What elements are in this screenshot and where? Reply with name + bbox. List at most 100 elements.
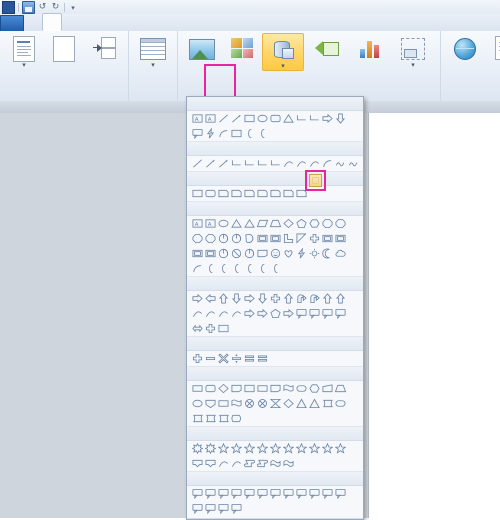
customize-qat-icon[interactable]: ▾ [68, 2, 78, 13]
chevron-down-icon[interactable]: ▾ [22, 62, 26, 69]
shape-star-5-point[interactable] [230, 442, 243, 455]
shape-right-bracket[interactable] [217, 262, 230, 275]
shape-left-arrow-callout[interactable] [321, 307, 334, 320]
shape-multiply-sign[interactable] [217, 352, 230, 365]
tab-1[interactable] [24, 15, 42, 31]
shape-line-arrow[interactable] [230, 112, 243, 125]
shape-line-callout-3[interactable] [269, 487, 282, 500]
shape-triangle[interactable] [282, 112, 295, 125]
shape-sun[interactable] [308, 247, 321, 260]
shape-flow-manual-input[interactable] [321, 382, 334, 395]
shape-rounded-rectangle[interactable] [269, 112, 282, 125]
tab-6[interactable] [116, 15, 134, 31]
shape-scribble[interactable] [347, 157, 360, 170]
shape-left-right-arrow-callout[interactable] [191, 322, 204, 335]
shape-right-arrow[interactable] [191, 292, 204, 305]
shape-flow-alternate-process[interactable] [204, 382, 217, 395]
shape-rectangle[interactable] [191, 187, 204, 200]
shape-right-brace[interactable] [243, 262, 256, 275]
shape-smiley-face[interactable] [269, 247, 282, 260]
shape-snip-diagonal-corner[interactable] [243, 187, 256, 200]
shape-flow-process[interactable] [191, 382, 204, 395]
redo-icon[interactable]: ↻ [50, 2, 61, 13]
shape-arc[interactable] [217, 127, 230, 140]
chevron-down-icon[interactable]: ▾ [151, 62, 155, 69]
shape-lightning[interactable] [204, 127, 217, 140]
shape-flow-document[interactable] [269, 382, 282, 395]
shape-double-bracket[interactable] [256, 262, 269, 275]
shape-elbow-arrow-connector[interactable] [308, 112, 321, 125]
shape-curved-down-ribbon[interactable] [230, 457, 243, 470]
shape-connector-angle[interactable] [230, 157, 243, 170]
shape-textbox-alt[interactable]: A [204, 112, 217, 125]
shape-diagonal-stripe[interactable] [295, 232, 308, 245]
shape-left-right-arrow[interactable] [243, 292, 256, 305]
shape-explosion-1[interactable] [191, 442, 204, 455]
shape-trapezoid[interactable] [269, 217, 282, 230]
shape-line[interactable] [217, 112, 230, 125]
shape-u-turn-arrow[interactable] [308, 292, 321, 305]
ribbon-button-page-break[interactable] [84, 33, 124, 62]
shape-round-same-side-corner[interactable] [282, 187, 295, 200]
shape-decagon[interactable] [191, 232, 204, 245]
shapes-dropdown-menu[interactable]: AAAA [186, 96, 364, 520]
shape-frame[interactable] [256, 232, 269, 245]
word-logo-icon[interactable] [2, 0, 15, 14]
document-page[interactable] [368, 113, 500, 518]
tab-9[interactable] [170, 15, 188, 31]
tab-3[interactable] [62, 15, 80, 31]
shape-oval-callout[interactable] [217, 487, 230, 500]
shape-plaque[interactable] [321, 232, 334, 245]
shape-elbow-arrow[interactable] [256, 157, 269, 170]
shape-line-callout-3-accent[interactable] [191, 502, 204, 515]
shape-textbox[interactable]: A [191, 112, 204, 125]
shape-flow-summing-junction[interactable] [243, 397, 256, 410]
shape-rounded-rectangle[interactable] [204, 187, 217, 200]
shape-star-7-point[interactable] [256, 442, 269, 455]
shape-cloud[interactable] [334, 247, 347, 260]
shape-up-arrow[interactable] [217, 292, 230, 305]
shape-right-brace[interactable] [256, 127, 269, 140]
shape-flow-sequential-access[interactable] [191, 412, 204, 425]
shape-double-brace[interactable] [269, 262, 282, 275]
shape-bevel[interactable] [204, 247, 217, 260]
ribbon-button-clip-art[interactable] [222, 33, 262, 62]
shape-left-brace[interactable] [243, 127, 256, 140]
shape-elbow-connector[interactable] [243, 157, 256, 170]
shape-curved-arrow[interactable] [295, 157, 308, 170]
chevron-down-icon[interactable]: ▾ [411, 62, 415, 69]
shape-hexagon[interactable] [308, 217, 321, 230]
shape-elbow-double-arrow[interactable] [269, 157, 282, 170]
shape-chevron-up[interactable] [230, 127, 243, 140]
ribbon-button-screenshot[interactable]: ▾ [390, 33, 436, 69]
shape-down-ribbon[interactable] [204, 457, 217, 470]
shape-line[interactable] [191, 157, 204, 170]
shape-snip-and-round-corner[interactable] [256, 187, 269, 200]
shape-flow-merge[interactable] [308, 397, 321, 410]
save-icon[interactable] [22, 0, 35, 14]
shape-up-arrow-callout[interactable] [334, 307, 347, 320]
shape-flow-connector[interactable] [191, 397, 204, 410]
shape-star-32-point[interactable] [334, 442, 347, 455]
shape-no-symbol[interactable] [230, 247, 243, 260]
shape-l-shape[interactable] [282, 232, 295, 245]
shape-heart[interactable] [282, 247, 295, 260]
shape-left-up-arrow[interactable] [321, 292, 334, 305]
shape-curve-connector[interactable] [282, 157, 295, 170]
undo-icon[interactable]: ↺ [37, 2, 48, 13]
shape-block-arc[interactable] [243, 247, 256, 260]
shape-flow-extract[interactable] [295, 397, 308, 410]
shape-star-6-point[interactable] [243, 442, 256, 455]
shape-division-sign[interactable] [230, 352, 243, 365]
shape-parallelogram[interactable] [256, 217, 269, 230]
shape-flow-internal-storage[interactable] [256, 382, 269, 395]
shape-heptagon[interactable] [321, 217, 334, 230]
shape-line-callout-2-accent[interactable] [334, 487, 347, 500]
shape-flow-manual-operation[interactable] [334, 382, 347, 395]
tab-4[interactable] [80, 15, 98, 31]
shape-flow-magnetic-disk[interactable] [204, 412, 217, 425]
shape-line-callout-1-accent[interactable] [321, 487, 334, 500]
shape-callout-accent-bar-3[interactable] [230, 502, 243, 515]
shape-cube[interactable] [191, 247, 204, 260]
shape-double-wave[interactable] [282, 457, 295, 470]
